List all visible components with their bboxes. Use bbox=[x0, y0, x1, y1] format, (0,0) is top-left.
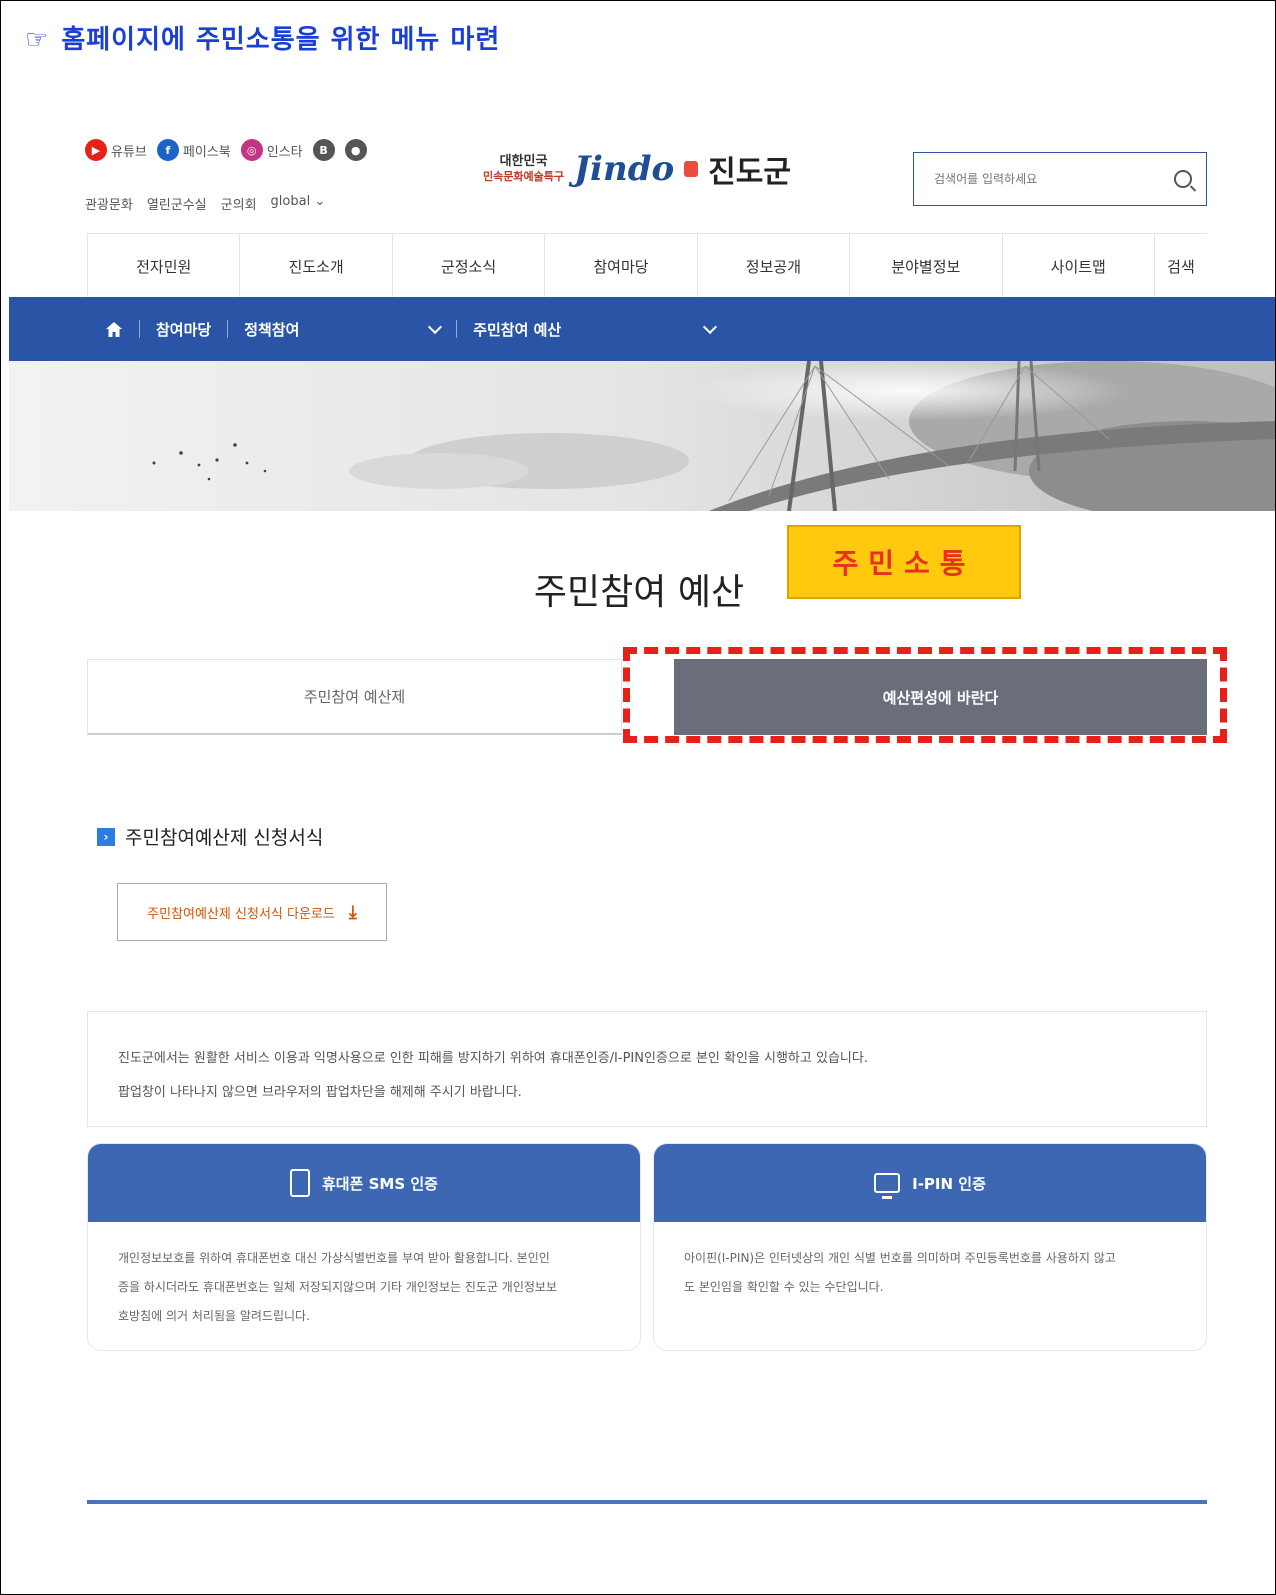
breadcrumb-level2[interactable]: 정책참여 bbox=[244, 319, 430, 340]
breadcrumb: 참여마당 정책참여 주민참여 예산 bbox=[9, 297, 1275, 361]
document-title: ☞ 홈페이지에 주민소통을 위한 메뉴 마련 bbox=[25, 19, 500, 56]
logo-mark-icon bbox=[684, 161, 699, 177]
gnb-item-e-civil[interactable]: 전자민원 bbox=[87, 234, 239, 298]
logo-slogan-line1: 대한민국 bbox=[499, 154, 548, 169]
instagram-label: 인스타 bbox=[266, 144, 303, 160]
kakao-icon: ● bbox=[344, 139, 367, 161]
breadcrumb-level1[interactable]: 참여마당 bbox=[156, 319, 211, 340]
utility-links: 관광문화 열린군수실 군의회 global ⌄ bbox=[85, 194, 325, 213]
notice-line: 팝업창이 나타나지 않으면 브라우저의 팝업차단을 해제해 주시기 바랍니다. bbox=[118, 1085, 522, 1100]
breadcrumb-divider bbox=[456, 320, 458, 338]
section-title: 주민참여예산제 신청서식 bbox=[125, 827, 324, 849]
util-link-council[interactable]: 군의회 bbox=[221, 194, 257, 213]
search-box bbox=[913, 152, 1207, 206]
chevron-down-icon[interactable] bbox=[428, 319, 443, 334]
blog-link[interactable]: B bbox=[312, 139, 335, 161]
footer-divider bbox=[87, 1500, 1207, 1504]
search-icon[interactable] bbox=[1174, 170, 1192, 188]
auth-notice: 진도군에서는 원활한 서비스 이용과 익명사용으로 인한 피해를 방지하기 위하… bbox=[87, 1011, 1207, 1127]
document-title-text: 홈페이지에 주민소통을 위한 메뉴 마련 bbox=[61, 25, 501, 55]
sns-links: ▶ 유튜브 f 페이스북 ◎ 인스타 B ● bbox=[85, 139, 367, 161]
ipin-auth-title: I-PIN 인증 bbox=[912, 1174, 986, 1193]
sms-auth-description: 개인정보보호를 위하여 휴대폰번호 대신 가상식별번호를 부여 받아 활용합니다… bbox=[88, 1222, 640, 1331]
gnb-item-disclosure[interactable]: 정보공개 bbox=[696, 234, 849, 298]
search-input[interactable] bbox=[932, 171, 1174, 187]
ipin-auth-card[interactable]: I-PIN 인증 아이핀(I-PIN)은 인터넷상의 개인 식별 번호를 의미하… bbox=[653, 1143, 1207, 1351]
pointing-hand-icon: ☞ bbox=[25, 25, 50, 55]
monitor-icon bbox=[874, 1173, 901, 1199]
callout-label: 주민소통 bbox=[787, 525, 1021, 599]
document-frame: ☞ 홈페이지에 주민소통을 위한 메뉴 마련 ▶ 유튜브 f 페이스북 ◎ 인스타… bbox=[0, 0, 1276, 1595]
instagram-icon: ◎ bbox=[240, 139, 263, 161]
chevron-down-icon: ⌄ bbox=[314, 194, 326, 209]
site-logo[interactable]: 대한민국 민속문화예술특구 Jindo 진도군 bbox=[483, 147, 791, 191]
sms-auth-card[interactable]: 휴대폰 SMS 인증 개인정보보호를 위하여 휴대폰번호 대신 가상식별번호를 … bbox=[87, 1143, 641, 1351]
sms-auth-title: 휴대폰 SMS 인증 bbox=[322, 1174, 438, 1193]
phone-icon bbox=[290, 1169, 310, 1197]
logo-slogan-line2: 민속문화예술특구 bbox=[483, 170, 564, 183]
download-icon: ⤓ bbox=[348, 901, 357, 923]
gnb-item-participation[interactable]: 참여마당 bbox=[544, 234, 696, 298]
facebook-label: 페이스북 bbox=[182, 144, 231, 160]
youtube-link[interactable]: ▶ 유튜브 bbox=[85, 139, 147, 161]
card-text-line: 개인정보보호를 위하여 휴대폰번호 대신 가상식별번호를 부여 받아 활용합니다… bbox=[118, 1251, 550, 1265]
page-title: 주민참여 예산 bbox=[533, 572, 745, 613]
gnb-item-news[interactable]: 군정소식 bbox=[391, 234, 544, 298]
sms-auth-header[interactable]: 휴대폰 SMS 인증 bbox=[88, 1144, 640, 1222]
util-link-mayor[interactable]: 열린군수실 bbox=[147, 194, 207, 213]
ipin-auth-header[interactable]: I-PIN 인증 bbox=[654, 1144, 1206, 1222]
gnb-item-sitemap[interactable]: 사이트맵 bbox=[1001, 234, 1154, 298]
notice-line: 진도군에서는 원활한 서비스 이용과 익명사용으로 인한 피해를 방지하기 위하… bbox=[118, 1051, 868, 1066]
section-heading: › 주민참여예산제 신청서식 bbox=[97, 823, 323, 850]
util-link-tourism[interactable]: 관광문화 bbox=[85, 194, 133, 213]
download-button[interactable]: 주민참여예산제 신청서식 다운로드 ⤓ bbox=[117, 883, 387, 941]
highlight-dashed-box bbox=[623, 647, 1227, 743]
facebook-icon: f bbox=[156, 139, 179, 161]
global-label: global bbox=[270, 194, 311, 209]
home-icon[interactable] bbox=[105, 321, 123, 337]
youtube-label: 유튜브 bbox=[111, 144, 147, 160]
instagram-link[interactable]: ◎ 인스타 bbox=[240, 139, 303, 161]
facebook-link[interactable]: f 페이스북 bbox=[156, 139, 231, 161]
card-text-line: 도 본인임을 확인할 수 있는 수단입니다. bbox=[684, 1280, 884, 1294]
download-label: 주민참여예산제 신청서식 다운로드 bbox=[147, 906, 335, 922]
card-text-line: 호방침에 의거 처리됨을 알려드립니다. bbox=[118, 1309, 310, 1323]
breadcrumb-divider bbox=[227, 320, 229, 338]
youtube-icon: ▶ bbox=[85, 139, 107, 161]
blog-icon: B bbox=[312, 139, 335, 161]
gnb-item-about[interactable]: 진도소개 bbox=[239, 234, 391, 298]
card-text-line: 아이핀(I-PIN)은 인터넷상의 개인 식별 번호를 의미하며 주민등록번호를… bbox=[684, 1251, 1116, 1265]
card-text-line: 증을 하시더라도 휴대폰번호는 일체 저장되지않으며 기타 개인정보는 진도군 … bbox=[118, 1280, 557, 1294]
chevron-right-icon: › bbox=[97, 827, 115, 846]
breadcrumb-level3[interactable]: 주민참여 예산 bbox=[473, 319, 705, 340]
logo-korean: 진도군 bbox=[708, 155, 791, 190]
chevron-down-icon[interactable] bbox=[703, 319, 718, 334]
kakao-link[interactable]: ● bbox=[344, 139, 367, 161]
hero-banner-image bbox=[9, 361, 1275, 511]
gnb-item-search[interactable]: 검색 bbox=[1153, 234, 1207, 298]
tab-citizen-budget[interactable]: 주민참여 예산제 bbox=[87, 659, 622, 735]
logo-slogan: 대한민국 민속문화예술특구 bbox=[483, 154, 564, 184]
gnb-item-field-info[interactable]: 분야별정보 bbox=[849, 234, 1001, 298]
ipin-auth-description: 아이핀(I-PIN)은 인터넷상의 개인 식별 번호를 의미하며 주민등록번호를… bbox=[654, 1222, 1206, 1302]
global-dropdown[interactable]: global ⌄ bbox=[271, 194, 326, 213]
breadcrumb-divider bbox=[139, 320, 140, 338]
global-nav: 전자민원 진도소개 군정소식 참여마당 정보공개 분야별정보 사이트맵 검색 bbox=[87, 233, 1207, 298]
logo-english: Jindo bbox=[573, 149, 675, 189]
